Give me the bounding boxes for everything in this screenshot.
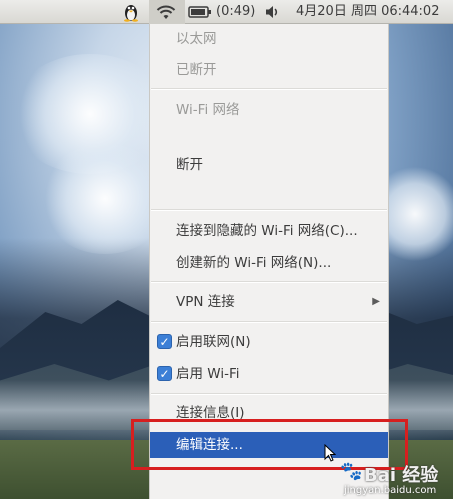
- menu-separator: [151, 88, 387, 90]
- menu-separator: [151, 321, 387, 323]
- vpn-label: VPN 连接: [176, 294, 235, 310]
- battery-time: (0:49): [216, 4, 256, 19]
- checkbox-checked-icon[interactable]: ✓: [157, 334, 172, 349]
- vpn-connections-item[interactable]: VPN 连接 ▶: [150, 291, 388, 313]
- watermark-brand: Bai 经验: [364, 465, 439, 486]
- baidu-jingyan-watermark: 🐾 Bai 经验 jingyan.baidu.com: [340, 459, 450, 499]
- clock[interactable]: 4月20日 周四 06:44:02: [296, 0, 439, 24]
- enable-networking-label: 启用联网(N): [176, 334, 251, 350]
- volume-icon[interactable]: [265, 0, 283, 24]
- wifi-icon[interactable]: [155, 0, 179, 24]
- connect-hidden-wifi-item[interactable]: 连接到隐藏的 Wi-Fi 网络(C)...: [150, 220, 388, 242]
- watermark-url: jingyan.baidu.com: [344, 485, 437, 496]
- ethernet-header: 以太网: [176, 31, 217, 47]
- submenu-arrow-icon: ▶: [372, 296, 380, 307]
- checkbox-checked-icon[interactable]: ✓: [157, 366, 172, 381]
- enable-wifi-label: 启用 Wi-Fi: [176, 366, 240, 382]
- enable-networking-item[interactable]: ✓ 启用联网(N): [150, 331, 388, 353]
- menu-separator: [151, 281, 387, 283]
- battery-icon[interactable]: [188, 0, 214, 24]
- wifi-networks-header: Wi-Fi 网络: [176, 102, 240, 118]
- menu-separator: [151, 393, 387, 395]
- mouse-cursor-icon: [324, 443, 337, 462]
- menu-separator: [151, 209, 387, 211]
- enable-wifi-item[interactable]: ✓ 启用 Wi-Fi: [150, 363, 388, 385]
- disconnect-item[interactable]: 断开: [150, 154, 388, 176]
- linux-penguin-icon[interactable]: [122, 0, 142, 24]
- ethernet-status: 已断开: [176, 62, 217, 78]
- baidu-paw-icon: 🐾: [340, 461, 363, 482]
- create-new-wifi-item[interactable]: 创建新的 Wi-Fi 网络(N)...: [150, 252, 388, 274]
- top-panel: (0:49) 4月20日 周四 06:44:02: [0, 0, 453, 24]
